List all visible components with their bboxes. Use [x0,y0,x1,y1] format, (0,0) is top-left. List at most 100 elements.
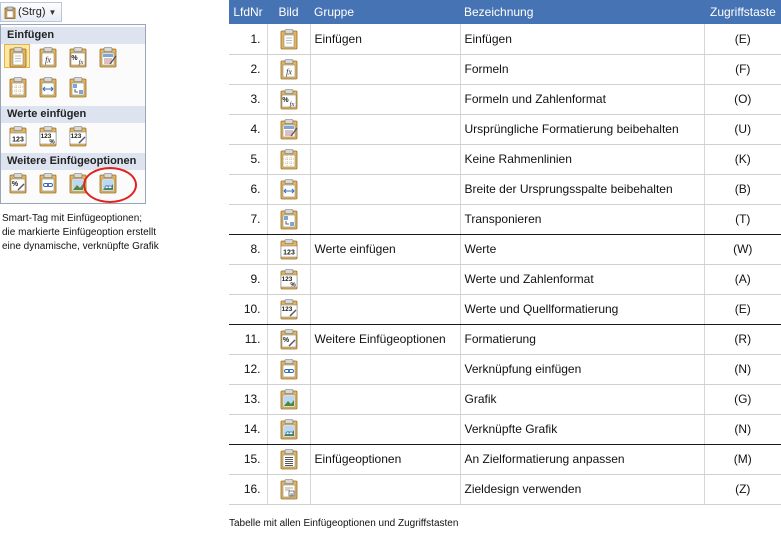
svg-text:123: 123 [283,250,295,257]
paste-option-button-transpose[interactable] [64,74,90,98]
keep-source-column-width-icon [37,76,57,98]
cell-bild: 123% [267,264,311,295]
svg-text:123: 123 [281,306,292,313]
transpose-icon [67,76,87,98]
cell-gruppe: Weitere Einfügeoptionen [310,324,461,355]
smart-tag-button[interactable]: (Strg) ▼ [0,2,62,22]
picture-icon [278,388,300,410]
paste-option-button-values-number-format[interactable]: 123% [34,123,60,147]
cell-bezeichnung: Breite der Ursprungsspalte beibehalten [460,174,705,205]
table-header-row: LfdNr Bild Gruppe Bezeichnung Zugriffsta… [229,0,781,24]
cell-bezeichnung: Grafik [460,384,705,415]
paste-option-button-paste-link[interactable] [34,170,60,194]
svg-text:123: 123 [12,137,24,144]
cell-gruppe [310,174,461,205]
cell-lfdnr: 4. [229,114,268,145]
cell-bild [267,384,311,415]
table-row: 12. Verknüpfung einfügen (N) [229,354,781,385]
paste-option-button-formula-fx[interactable]: fx [34,44,60,68]
table-row: 4. Ursprüngliche Formatierung beibehalten… [229,114,781,145]
cell-lfdnr: 6. [229,174,268,205]
formula-number-format-icon: % fx [278,88,300,110]
table-row: 11.% Weitere Einfügeoptionen Formatierung(… [229,324,781,355]
paste-option-button-formula-number-format[interactable]: % fx [64,44,90,68]
cell-bild [267,414,311,445]
paste-option-button-keep-source-column-width[interactable] [34,74,60,98]
cell-gruppe [310,414,461,445]
formula-fx-icon: fx [278,58,300,80]
section-header-weitere: Weitere Einfügeoptionen [1,153,145,170]
cell-zugriffstaste: (R) [704,324,781,355]
header-lfdnr: LfdNr [229,0,267,24]
table-row: 3.% fx Formeln und Zahlenformat (O) [229,84,781,115]
values-source-formatting-icon: 123 [67,125,87,147]
svg-text:fx: fx [289,101,294,108]
cell-gruppe [310,204,461,235]
svg-text:fx: fx [286,68,292,77]
cell-zugriffstaste: (W) [704,234,781,265]
keep-source-column-width-icon [278,178,300,200]
cell-lfdnr: 11. [229,324,268,355]
cell-bild [267,24,311,55]
cell-zugriffstaste: (N) [704,354,781,385]
cell-zugriffstaste: (E) [704,294,781,325]
paste-option-button-keep-source-formatting[interactable] [94,44,120,68]
cell-zugriffstaste: (T) [704,204,781,235]
section-header-werte-einfuegen: Werte einfügen [1,106,145,123]
cell-lfdnr: 10. [229,294,268,325]
table-row: 8. 123 Werte einfügen Werte (W) [229,234,781,265]
no-borders-icon [278,148,300,170]
cell-bild: % fx [267,84,311,115]
svg-text:%: % [282,337,289,344]
cell-bild [267,354,311,385]
no-borders-icon [7,76,27,98]
cell-lfdnr: 5. [229,144,268,175]
svg-text:%: % [71,55,78,62]
cell-zugriffstaste: (B) [704,174,781,205]
cell-zugriffstaste: (U) [704,114,781,145]
svg-text:123: 123 [71,133,82,140]
cell-zugriffstaste: (G) [704,384,781,415]
cell-lfdnr: 2. [229,54,268,85]
cell-bezeichnung: Verknüpfung einfügen [460,354,705,385]
cell-lfdnr: 3. [229,84,268,115]
cell-gruppe [310,384,461,415]
cell-lfdnr: 15. [229,444,268,475]
paste-option-button-formatting[interactable]: % [4,170,30,194]
paste-option-button-paste[interactable] [4,44,30,68]
svg-text:%: % [12,181,19,188]
cell-zugriffstaste: (F) [704,54,781,85]
cell-gruppe [310,474,461,505]
table-caption: Tabelle mit allen Einfügeoptionen und Zu… [229,518,459,529]
cell-lfdnr: 12. [229,354,268,385]
cell-zugriffstaste: (K) [704,144,781,175]
cell-bezeichnung: Zieldesign verwenden [460,474,705,505]
cell-bild: a [267,474,311,505]
formatting-icon: % [278,328,300,350]
table-row: 9. 123% Werte und Zahlenformat (A) [229,264,781,295]
cell-lfdnr: 9. [229,264,268,295]
transpose-icon [278,208,300,230]
cell-bezeichnung: Werte [460,234,705,265]
cell-gruppe [310,264,461,295]
paste-option-button-values[interactable]: 123 [4,123,30,147]
cell-zugriffstaste: (E) [704,24,781,55]
header-bild: Bild [267,0,310,24]
cell-lfdnr: 13. [229,384,268,415]
header-zugriffstaste: Zugriffstaste [704,0,781,24]
cell-gruppe [310,354,461,385]
svg-text:%: % [290,283,296,289]
paste-link-icon [278,358,300,380]
formula-number-format-icon: % fx [67,46,87,68]
paste-icon [7,46,27,68]
table-row: 6. Breite der Ursprungsspalte beibehalten… [229,174,781,205]
match-destination-formatting-icon [278,448,300,470]
table-row: 13. Grafik (G) [229,384,781,415]
cell-bild [267,444,311,475]
cell-zugriffstaste: (M) [704,444,781,475]
cell-lfdnr: 7. [229,204,268,235]
paste-option-button-values-source-formatting[interactable]: 123 [64,123,90,147]
paste-option-button-no-borders[interactable] [4,74,30,98]
table-row: 10. 123 Werte und Quellformatierung (E) [229,294,781,325]
cell-zugriffstaste: (N) [704,414,781,445]
